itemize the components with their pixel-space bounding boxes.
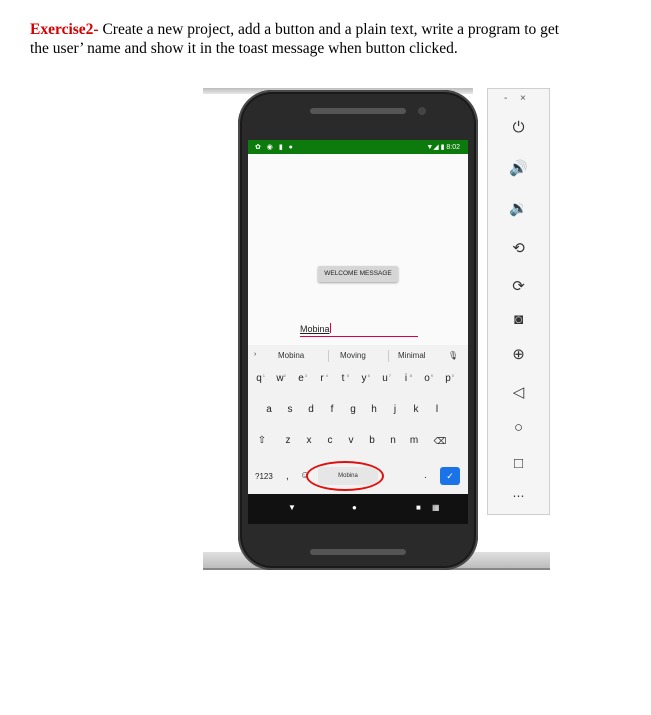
key-c[interactable]: c bbox=[320, 431, 340, 451]
key-k[interactable]: k bbox=[406, 400, 426, 420]
suggestion-1[interactable]: Mobina bbox=[278, 351, 304, 360]
exercise-title: Exercise2- bbox=[30, 21, 99, 38]
overview-icon[interactable]: □ bbox=[488, 455, 549, 472]
key-s[interactable]: s bbox=[280, 400, 300, 420]
key-o[interactable]: o9 bbox=[417, 369, 437, 389]
keyboard-switch-icon[interactable]: ▦ bbox=[432, 503, 440, 512]
key-j[interactable]: j bbox=[385, 400, 405, 420]
power-icon[interactable]: ⏻ bbox=[488, 119, 549, 136]
key-b[interactable]: b bbox=[362, 431, 382, 451]
suggestion-3[interactable]: Minimal bbox=[398, 351, 426, 360]
keyboard-row-2: a s d f g h j k l bbox=[248, 400, 468, 420]
rotate-right-icon[interactable]: ⟳ bbox=[488, 277, 549, 295]
key-h[interactable]: h bbox=[364, 400, 384, 420]
annotation-circle bbox=[306, 461, 384, 491]
key-x[interactable]: x bbox=[299, 431, 319, 451]
key-d[interactable]: d bbox=[301, 400, 321, 420]
key-r[interactable]: r4 bbox=[312, 369, 332, 389]
key-g[interactable]: g bbox=[343, 400, 363, 420]
key-l[interactable]: l bbox=[427, 400, 447, 420]
back-icon[interactable]: ◁ bbox=[488, 383, 549, 401]
camera-icon[interactable]: ◙ bbox=[488, 311, 549, 328]
key-y[interactable]: y6 bbox=[354, 369, 374, 389]
key-i[interactable]: i8 bbox=[396, 369, 416, 389]
suggestion-divider bbox=[328, 350, 329, 362]
phone-screen: ✿ ◉ ▮ ● ▼◢ ▮ 8:02 WELCOME MESSAGE Mobina… bbox=[248, 140, 468, 524]
key-a[interactable]: a bbox=[259, 400, 279, 420]
earpiece-speaker bbox=[310, 108, 406, 114]
key-v[interactable]: v bbox=[341, 431, 361, 451]
key-p[interactable]: p0 bbox=[438, 369, 458, 389]
comma-key[interactable]: , bbox=[286, 471, 289, 482]
enter-key[interactable]: ✓ bbox=[440, 467, 460, 485]
key-f[interactable]: f bbox=[322, 400, 342, 420]
microphone-icon[interactable]: 🎙 bbox=[448, 351, 458, 360]
key-u[interactable]: u7 bbox=[375, 369, 395, 389]
welcome-message-button[interactable]: WELCOME MESSAGE bbox=[318, 266, 398, 282]
backspace-icon[interactable]: ⌫ bbox=[430, 431, 450, 451]
bottom-speaker bbox=[310, 549, 406, 555]
suggestion-divider bbox=[388, 350, 389, 362]
key-t[interactable]: t5 bbox=[333, 369, 353, 389]
suggestion-strip: › Mobina Moving Minimal 🎙 bbox=[248, 345, 468, 367]
period-key[interactable]: . bbox=[424, 470, 427, 481]
keyboard-bottom-row: ?123 , ☺ Mobina . ✓ bbox=[248, 461, 468, 491]
status-time: 8:02 bbox=[446, 144, 460, 151]
keyboard-row-1: q1 w2 e3 r4 t5 y6 u7 i8 o9 p0 bbox=[248, 369, 468, 389]
volume-down-icon[interactable]: 🔉 bbox=[488, 199, 549, 217]
zoom-icon[interactable]: ⊕ bbox=[488, 345, 549, 363]
back-icon[interactable]: ▼ bbox=[288, 503, 296, 512]
navigation-bar: ▼ ● ■ ▦ bbox=[248, 494, 468, 524]
instruction-line-2: the user’ name and show it in the toast … bbox=[30, 40, 458, 57]
keyboard-row-3: ⇧ z x c v b n m ⌫ bbox=[248, 431, 468, 451]
name-input[interactable]: Mobina bbox=[300, 323, 418, 337]
text-cursor bbox=[329, 323, 331, 333]
key-m[interactable]: m bbox=[404, 431, 424, 451]
chevron-right-icon[interactable]: › bbox=[254, 351, 256, 358]
key-z[interactable]: z bbox=[278, 431, 298, 451]
key-e[interactable]: e3 bbox=[291, 369, 311, 389]
minimize-button[interactable]: - bbox=[504, 93, 507, 104]
front-camera bbox=[418, 107, 426, 115]
name-input-value: Mobina bbox=[300, 324, 330, 334]
key-n[interactable]: n bbox=[383, 431, 403, 451]
recents-icon[interactable]: ■ bbox=[416, 503, 421, 512]
home-icon[interactable]: ○ bbox=[488, 419, 549, 436]
status-bar: ✿ ◉ ▮ ● ▼◢ ▮ 8:02 bbox=[248, 140, 468, 154]
android-phone: ✿ ◉ ▮ ● ▼◢ ▮ 8:02 WELCOME MESSAGE Mobina… bbox=[238, 90, 478, 570]
soft-keyboard: › Mobina Moving Minimal 🎙 q1 w2 e3 r4 t5… bbox=[248, 345, 468, 494]
status-indicators: ▼◢ ▮ 8:02 bbox=[426, 144, 460, 151]
home-icon[interactable]: ● bbox=[352, 503, 357, 512]
key-q[interactable]: q1 bbox=[249, 369, 269, 389]
rotate-left-icon[interactable]: ⟲ bbox=[488, 239, 549, 257]
volume-up-icon[interactable]: 🔊 bbox=[488, 159, 549, 177]
key-w[interactable]: w2 bbox=[270, 369, 290, 389]
exercise-instructions: Exercise2- Create a new project, add a b… bbox=[30, 20, 620, 58]
instruction-line-1: Create a new project, add a button and a… bbox=[102, 21, 560, 38]
more-options-icon[interactable]: ⋯ bbox=[488, 489, 549, 503]
close-button[interactable]: × bbox=[520, 93, 526, 104]
suggestion-2[interactable]: Moving bbox=[340, 351, 366, 360]
symbols-key[interactable]: ?123 bbox=[255, 472, 273, 481]
notification-icons: ✿ ◉ ▮ ● bbox=[255, 144, 295, 151]
shift-icon[interactable]: ⇧ bbox=[252, 431, 272, 451]
emulator-toolbar: - × ⏻ 🔊 🔉 ⟲ ⟳ ◙ ⊕ ◁ ○ □ ⋯ bbox=[487, 88, 550, 515]
